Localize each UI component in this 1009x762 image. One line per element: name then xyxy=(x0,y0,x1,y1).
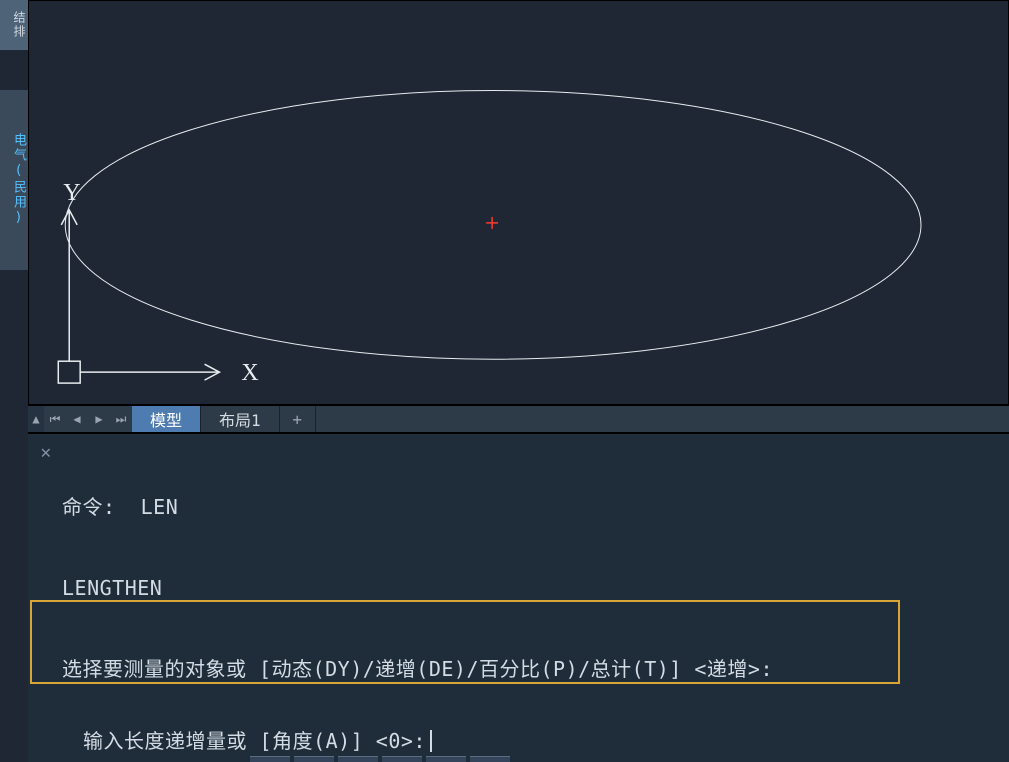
drawing-canvas[interactable]: X Y xyxy=(28,0,1009,405)
canvas-svg: X Y xyxy=(29,1,1008,404)
left-vertical-tabs: 结排 电气(民用) xyxy=(0,0,28,405)
crosshair-icon xyxy=(486,217,498,229)
status-bar-buttons xyxy=(250,756,510,762)
cmd-line: 命令: LEN xyxy=(62,494,1001,521)
close-icon[interactable]: ✕ xyxy=(36,442,56,462)
nav-next-icon[interactable]: ▶ xyxy=(88,406,110,432)
status-btn[interactable] xyxy=(382,756,422,762)
cmd-line: LENGTHEN xyxy=(62,575,1001,602)
nav-prev-icon[interactable]: ◀ xyxy=(66,406,88,432)
ellipse-shape[interactable] xyxy=(65,91,921,360)
status-btn[interactable] xyxy=(426,756,466,762)
left-tab-electrical[interactable]: 电气(民用) xyxy=(0,90,28,270)
layout-tab-strip: ▲ ⏮ ◀ ▶ ⏭ 模型 布局1 + xyxy=(28,405,1009,433)
status-btn[interactable] xyxy=(338,756,378,762)
add-layout-button[interactable]: + xyxy=(280,406,316,432)
cmd-expand-arrow-icon[interactable]: ▲ xyxy=(28,406,44,432)
command-prompt-text: 输入长度递增量或 [角度(A)] <0>: xyxy=(83,728,426,755)
nav-first-icon[interactable]: ⏮ xyxy=(44,406,66,432)
command-history[interactable]: 命令: LEN LENGTHEN 选择要测量的对象或 [动态(DY)/递增(DE… xyxy=(62,440,1001,720)
caret-icon xyxy=(430,730,432,752)
command-input[interactable]: 输入长度递增量或 [角度(A)] <0>: xyxy=(83,726,1001,756)
nav-last-icon[interactable]: ⏭ xyxy=(110,406,132,432)
status-btn[interactable] xyxy=(250,756,290,762)
status-btn[interactable] xyxy=(470,756,510,762)
tab-model[interactable]: 模型 xyxy=(132,406,201,432)
axis-y-label: Y xyxy=(63,180,80,206)
cmd-line: 选择要测量的对象或 [动态(DY)/递增(DE)/百分比(P)/总计(T)] <… xyxy=(62,656,1001,683)
tab-layout1[interactable]: 布局1 xyxy=(201,406,280,432)
left-tab-top[interactable]: 结排 xyxy=(0,0,28,50)
ucs-icon xyxy=(58,210,219,383)
axis-x-label: X xyxy=(241,360,258,386)
command-window: ✕ 命令: LEN LENGTHEN 选择要测量的对象或 [动态(DY)/递增(… xyxy=(28,433,1009,762)
status-btn[interactable] xyxy=(294,756,334,762)
